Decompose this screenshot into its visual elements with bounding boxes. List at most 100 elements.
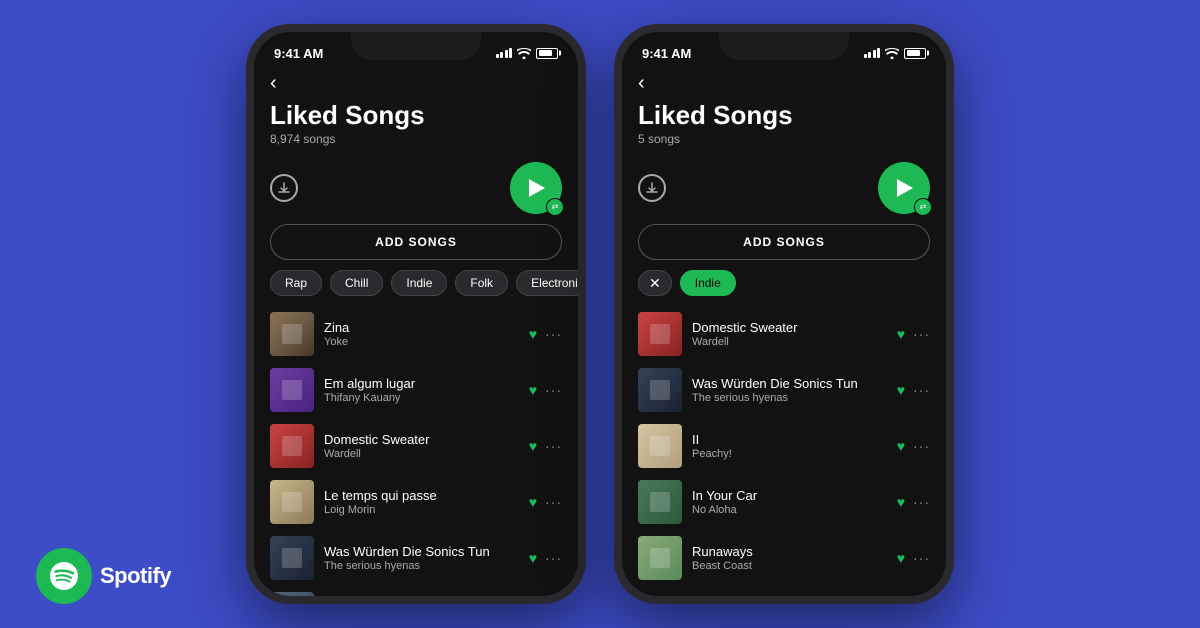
song-art xyxy=(638,536,682,580)
song-art xyxy=(638,480,682,524)
heart-icon[interactable]: ♥ xyxy=(897,382,905,398)
song-item[interactable]: Was Würden Die Sonics Tun The serious hy… xyxy=(262,530,570,586)
play-icon-right xyxy=(897,179,913,197)
song-item[interactable]: In Your Car No Aloha ♥ ··· xyxy=(630,474,938,530)
page-title-right: Liked Songs xyxy=(638,101,930,130)
more-options-icon[interactable]: ··· xyxy=(913,494,930,510)
song-artist: Loig Morin xyxy=(324,504,519,516)
song-item[interactable]: II Peachy! ♥ ··· xyxy=(630,418,938,474)
add-songs-button-right[interactable]: ADD SONGS xyxy=(638,224,930,260)
song-item[interactable]: Runaways Beast Coast ♥ ··· xyxy=(630,530,938,586)
play-button-right[interactable]: ⇄ xyxy=(878,162,930,214)
song-item[interactable]: Em algum lugar Thifany Kauany ♥ ··· xyxy=(262,362,570,418)
song-title: Domestic Sweater xyxy=(692,320,887,335)
heart-icon[interactable]: ♥ xyxy=(897,494,905,510)
status-icons-right xyxy=(864,48,927,59)
song-actions: ♥ ··· xyxy=(897,438,930,454)
song-artist: Thifany Kauany xyxy=(324,392,519,404)
song-actions: ♥ ··· xyxy=(897,382,930,398)
controls-row-left: ⇄ xyxy=(254,154,578,224)
chip-close-button[interactable]: ✕ xyxy=(638,270,672,296)
song-art xyxy=(270,480,314,524)
add-songs-button-left[interactable]: ADD SONGS xyxy=(270,224,562,260)
song-actions: ♥ ··· xyxy=(529,438,562,454)
download-button-left[interactable] xyxy=(270,174,298,202)
chip-indie[interactable]: Indie xyxy=(391,270,447,296)
phone-left-inner: 9:41 AM xyxy=(254,32,578,596)
battery-icon-right xyxy=(904,48,926,59)
back-button-right[interactable]: ‹ xyxy=(638,72,930,95)
heart-icon[interactable]: ♥ xyxy=(529,550,537,566)
song-item[interactable]: Sablier ♥ ··· xyxy=(262,586,570,596)
more-options-icon[interactable]: ··· xyxy=(545,438,562,454)
download-button-right[interactable] xyxy=(638,174,666,202)
song-info: Domestic Sweater Wardell xyxy=(324,432,519,460)
more-options-icon[interactable]: ··· xyxy=(913,326,930,342)
song-item[interactable]: Domestic Sweater Wardell ♥ ··· xyxy=(262,418,570,474)
song-title: In Your Car xyxy=(692,488,887,503)
song-artist: No Aloha xyxy=(692,504,887,516)
more-options-icon[interactable]: ··· xyxy=(913,382,930,398)
status-time-left: 9:41 AM xyxy=(274,46,323,61)
heart-icon[interactable]: ♥ xyxy=(529,382,537,398)
song-list-right: Domestic Sweater Wardell ♥ ··· Was Würde… xyxy=(622,306,946,586)
more-options-icon[interactable]: ··· xyxy=(545,326,562,342)
heart-icon[interactable]: ♥ xyxy=(529,494,537,510)
song-title: Zina xyxy=(324,320,519,335)
song-actions: ♥ ··· xyxy=(897,326,930,342)
song-info: Domestic Sweater Wardell xyxy=(692,320,887,348)
song-artist: Peachy! xyxy=(692,448,887,460)
song-artist: The serious hyenas xyxy=(692,392,887,404)
phone-right: 9:41 AM xyxy=(614,24,954,604)
song-count-right: 5 songs xyxy=(638,132,930,146)
shuffle-badge-right: ⇄ xyxy=(914,198,932,216)
more-options-icon[interactable]: ··· xyxy=(545,494,562,510)
more-options-icon[interactable]: ··· xyxy=(545,382,562,398)
song-artist: Wardell xyxy=(692,336,887,348)
heart-icon[interactable]: ♥ xyxy=(529,326,537,342)
phone-left: 9:41 AM xyxy=(246,24,586,604)
song-actions: ♥ ··· xyxy=(529,550,562,566)
heart-icon[interactable]: ♥ xyxy=(897,438,905,454)
song-title: Le temps qui passe xyxy=(324,488,519,503)
heart-icon[interactable]: ♥ xyxy=(529,438,537,454)
song-count-left: 8,974 songs xyxy=(270,132,562,146)
filter-chips-right: ✕ Indie xyxy=(622,270,946,306)
chip-indie-active[interactable]: Indie xyxy=(680,270,736,296)
phones-container: 9:41 AM xyxy=(246,24,954,604)
song-art xyxy=(638,368,682,412)
chip-folk[interactable]: Folk xyxy=(455,270,508,296)
header-left: ‹ Liked Songs 8,974 songs xyxy=(254,68,578,154)
song-item[interactable]: Zina Yoke ♥ ··· xyxy=(262,306,570,362)
song-title: Was Würden Die Sonics Tun xyxy=(692,376,887,391)
chip-electronic[interactable]: Electronic xyxy=(516,270,578,296)
chip-rap[interactable]: Rap xyxy=(270,270,322,296)
more-options-icon[interactable]: ··· xyxy=(913,438,930,454)
song-artist: Wardell xyxy=(324,448,519,460)
more-options-icon[interactable]: ··· xyxy=(545,550,562,566)
play-icon-left xyxy=(529,179,545,197)
song-title: Runaways xyxy=(692,544,887,559)
play-button-left[interactable]: ⇄ xyxy=(510,162,562,214)
song-info: Was Würden Die Sonics Tun The serious hy… xyxy=(692,376,887,404)
song-item[interactable]: Le temps qui passe Loig Morin ♥ ··· xyxy=(262,474,570,530)
status-time-right: 9:41 AM xyxy=(642,46,691,61)
song-info: II Peachy! xyxy=(692,432,887,460)
phone-right-inner: 9:41 AM xyxy=(622,32,946,596)
song-artist: The serious hyenas xyxy=(324,560,519,572)
page-title-left: Liked Songs xyxy=(270,101,562,130)
heart-icon[interactable]: ♥ xyxy=(897,550,905,566)
song-info: Runaways Beast Coast xyxy=(692,544,887,572)
song-actions: ♥ ··· xyxy=(897,494,930,510)
song-item[interactable]: Domestic Sweater Wardell ♥ ··· xyxy=(630,306,938,362)
status-bar-right: 9:41 AM xyxy=(622,32,946,68)
song-art xyxy=(638,312,682,356)
chip-chill[interactable]: Chill xyxy=(330,270,383,296)
back-button-left[interactable]: ‹ xyxy=(270,72,562,95)
song-item[interactable]: Was Würden Die Sonics Tun The serious hy… xyxy=(630,362,938,418)
status-bar-left: 9:41 AM xyxy=(254,32,578,68)
add-songs-wrapper-left: ADD SONGS xyxy=(254,224,578,270)
more-options-icon[interactable]: ··· xyxy=(913,550,930,566)
spotify-circle-icon xyxy=(36,548,92,604)
heart-icon[interactable]: ♥ xyxy=(897,326,905,342)
